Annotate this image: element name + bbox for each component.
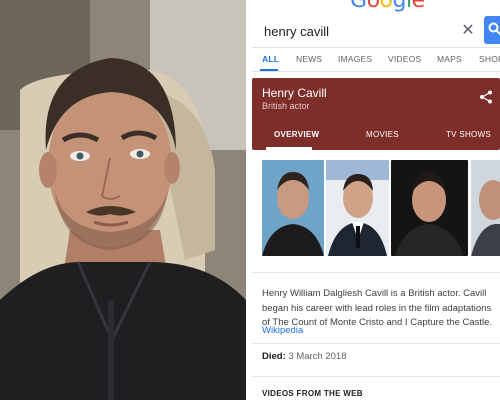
image-gallery (260, 160, 500, 256)
logo-letter: G (350, 0, 367, 12)
videos-section-heading: VIDEOS FROM THE WEB (262, 389, 363, 398)
tab-overview[interactable]: OVERVIEW (274, 130, 319, 139)
logo-letter: o (367, 0, 380, 12)
google-results-screen: Google henry cavill ✕ ALL NEWS IMAGES VI… (252, 0, 500, 400)
entity-title[interactable]: Henry Cavill (262, 86, 327, 100)
tab-shop[interactable]: SHOP (479, 54, 500, 64)
search-tabs: ALL NEWS IMAGES VIDEOS MAPS SHOP (252, 48, 500, 72)
section-divider (252, 343, 500, 344)
logo-letter: e (412, 0, 426, 12)
tab-images[interactable]: IMAGES (338, 54, 372, 64)
gallery-image[interactable] (326, 160, 389, 256)
selfie-photo (0, 0, 246, 400)
tab-movies[interactable]: MOVIES (366, 130, 399, 139)
search-button[interactable] (484, 16, 500, 44)
tab-maps[interactable]: MAPS (437, 54, 462, 64)
selfie-illustration (0, 0, 246, 400)
logo-letter: o (380, 0, 393, 12)
entity-description: Henry William Dalgliesh Cavill is a Brit… (262, 288, 493, 328)
tab-news[interactable]: NEWS (296, 54, 322, 64)
gallery-image[interactable] (391, 160, 468, 256)
logo-letter: g (393, 0, 407, 12)
tab-all[interactable]: ALL (262, 54, 279, 64)
section-divider (252, 272, 500, 273)
close-icon[interactable]: ✕ (458, 21, 478, 41)
google-logo[interactable]: Google (350, 0, 425, 12)
active-panel-tab-indicator (266, 147, 312, 150)
died-value: 3 March 2018 (288, 351, 347, 362)
active-tab-indicator (260, 69, 278, 71)
search-icon (488, 22, 500, 36)
gallery-image[interactable] (471, 160, 500, 256)
died-label: Died: (262, 351, 286, 362)
wikipedia-link[interactable]: Wikipedia (262, 325, 303, 336)
gallery-image[interactable] (262, 160, 324, 256)
share-icon[interactable] (479, 90, 493, 104)
died-fact: Died: 3 March 2018 (262, 351, 346, 362)
section-divider (252, 376, 500, 377)
search-input[interactable]: henry cavill (264, 24, 329, 39)
knowledge-panel-header: Henry Cavill British actor OVERVIEW MOVI… (252, 78, 500, 150)
knowledge-panel-tabs: OVERVIEW MOVIES TV SHOWS (252, 120, 500, 150)
tab-videos[interactable]: VIDEOS (388, 54, 421, 64)
search-bar: henry cavill ✕ (252, 14, 500, 48)
entity-subtitle: British actor (262, 101, 310, 111)
header: Google (252, 0, 500, 12)
tab-tv-shows[interactable]: TV SHOWS (446, 130, 491, 139)
